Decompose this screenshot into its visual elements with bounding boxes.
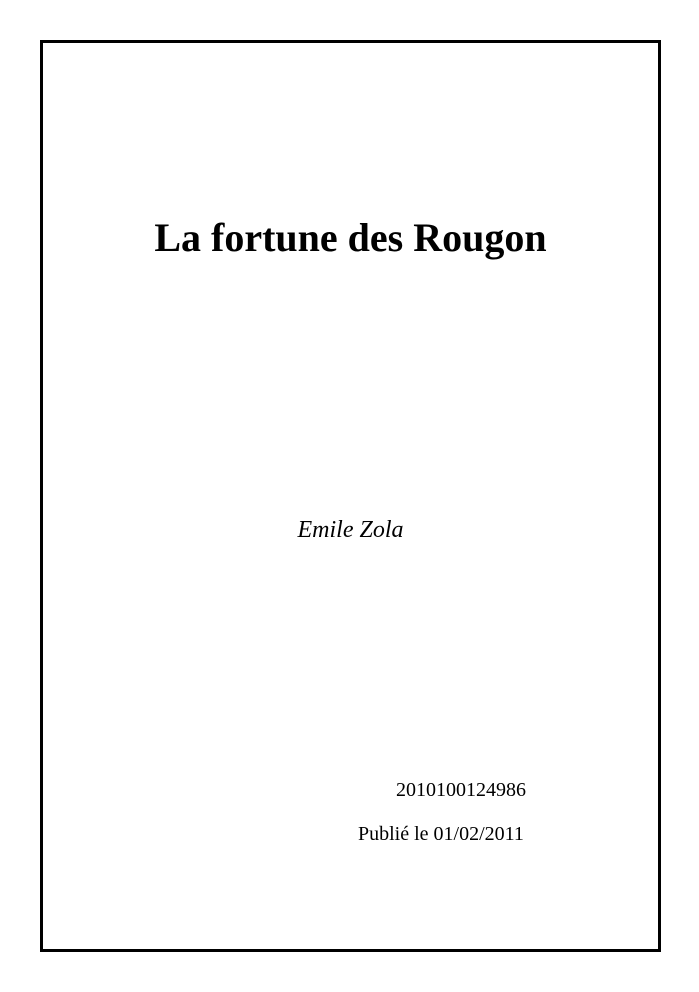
page-frame: La fortune des Rougon Emile Zola 2010100… [40,40,661,952]
book-title: La fortune des Rougon [154,215,547,260]
publication-date: Publié le 01/02/2011 [358,823,524,845]
book-identifier: 2010100124986 [396,779,526,801]
book-author: Emile Zola [297,517,404,543]
